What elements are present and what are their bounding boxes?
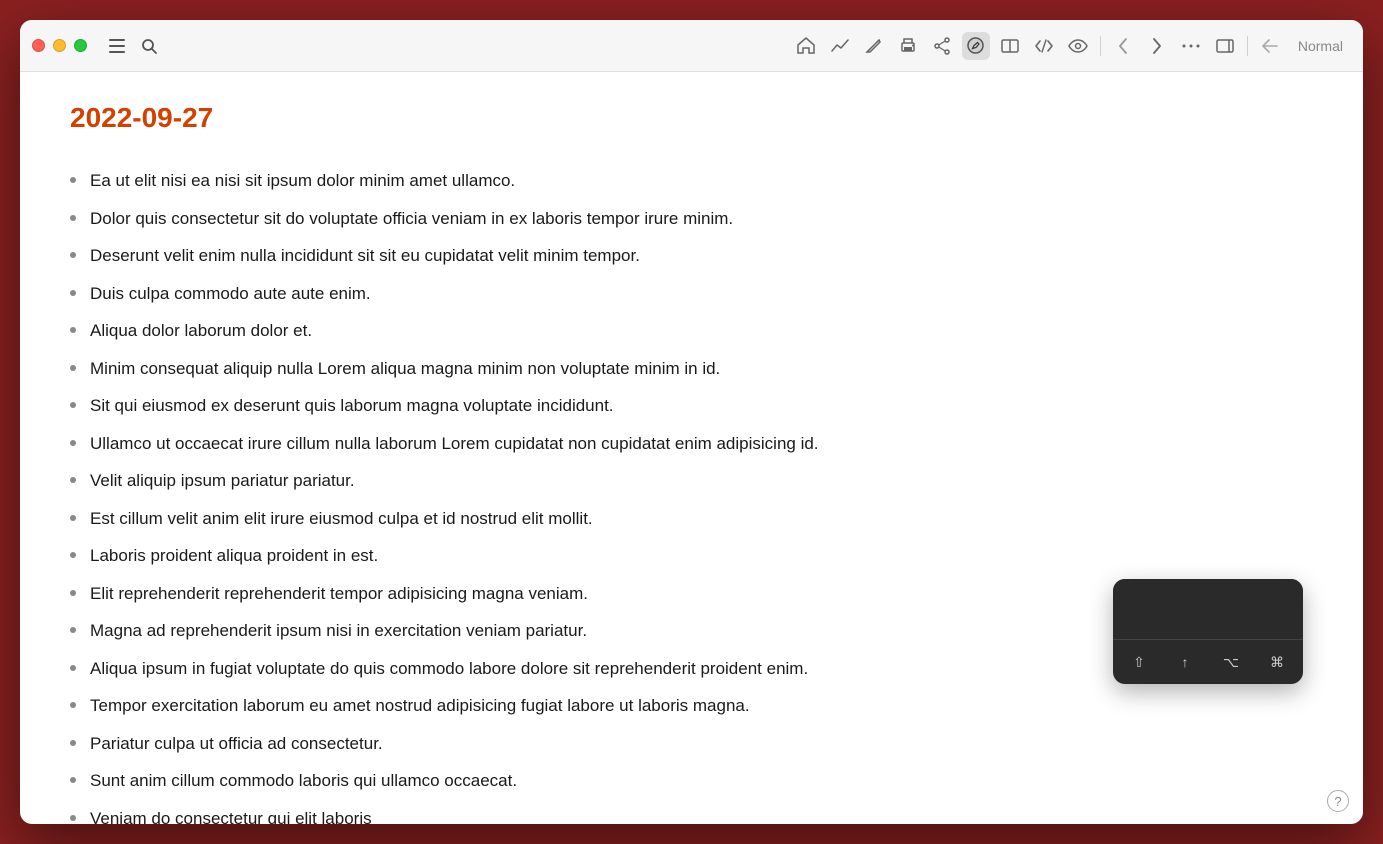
list-item: Sunt anim cillum commodo laboris qui ull…: [70, 762, 1313, 800]
bullet-dot-icon: [70, 590, 76, 596]
command-key-button[interactable]: ⌘: [1255, 644, 1299, 680]
editor-content[interactable]: 2022-09-27 Ea ut elit nisi ea nisi sit i…: [20, 72, 1363, 824]
shift-key-button[interactable]: ⇧: [1117, 644, 1161, 680]
print-icon[interactable]: [894, 32, 922, 60]
up-arrow-button[interactable]: ↑: [1163, 644, 1207, 680]
bullet-text: Sit qui eiusmod ex deserunt quis laborum…: [90, 393, 1313, 419]
toolbar-divider-2: [1247, 36, 1248, 56]
more-options-icon[interactable]: [1177, 32, 1205, 60]
share-icon[interactable]: [928, 32, 956, 60]
bullet-dot-icon: [70, 252, 76, 258]
bullet-dot-icon: [70, 815, 76, 821]
bullet-text: Dolor quis consectetur sit do voluptate …: [90, 206, 1313, 232]
bullet-text: Veniam do consectetur qui elit laboris: [90, 806, 1313, 825]
back-icon[interactable]: [1109, 32, 1137, 60]
bullet-dot-icon: [70, 777, 76, 783]
bullet-text: Est cillum velit anim elit irure eiusmod…: [90, 506, 1313, 532]
list-item: Deserunt velit enim nulla incididunt sit…: [70, 237, 1313, 275]
hamburger-menu-icon[interactable]: [103, 32, 131, 60]
home-icon[interactable]: [792, 32, 820, 60]
list-item: Ea ut elit nisi ea nisi sit ipsum dolor …: [70, 162, 1313, 200]
titlebar: Normal: [20, 20, 1363, 72]
bullet-dot-icon: [70, 402, 76, 408]
paragraph-style-label[interactable]: Normal: [1290, 38, 1351, 54]
close-button[interactable]: [32, 39, 45, 52]
search-icon[interactable]: [135, 32, 163, 60]
date-heading: 2022-09-27: [70, 102, 1313, 134]
list-item: Aliqua dolor laborum dolor et.: [70, 312, 1313, 350]
option-key-button[interactable]: ⌥: [1209, 644, 1253, 680]
analytics-icon[interactable]: [826, 32, 854, 60]
bullet-text: Ea ut elit nisi ea nisi sit ipsum dolor …: [90, 168, 1313, 194]
indent-back-icon[interactable]: [1256, 32, 1284, 60]
forward-icon[interactable]: [1143, 32, 1171, 60]
left-toolbar: [103, 32, 163, 60]
list-item: Minim consequat aliquip nulla Lorem aliq…: [70, 350, 1313, 388]
bullet-text: Sunt anim cillum commodo laboris qui ull…: [90, 768, 1313, 794]
floating-toolbar-preview: [1113, 579, 1303, 639]
bullet-dot-icon: [70, 477, 76, 483]
list-item: Velit aliquip ipsum pariatur pariatur.: [70, 462, 1313, 500]
list-item: Sit qui eiusmod ex deserunt quis laborum…: [70, 387, 1313, 425]
floating-toolbar: ⇧ ↑ ⌥ ⌘: [1113, 579, 1303, 684]
bullet-dot-icon: [70, 440, 76, 446]
list-item: Ullamco ut occaecat irure cillum nulla l…: [70, 425, 1313, 463]
list-item: Duis culpa commodo aute aute enim.: [70, 275, 1313, 313]
bullet-text: Deserunt velit enim nulla incididunt sit…: [90, 243, 1313, 269]
maximize-button[interactable]: [74, 39, 87, 52]
list-item: Tempor exercitation laborum eu amet nost…: [70, 687, 1313, 725]
minimize-button[interactable]: [53, 39, 66, 52]
bullet-text: Aliqua dolor laborum dolor et.: [90, 318, 1313, 344]
bullet-dot-icon: [70, 665, 76, 671]
bullet-dot-icon: [70, 290, 76, 296]
bullet-dot-icon: [70, 552, 76, 558]
bullet-dot-icon: [70, 627, 76, 633]
traffic-lights: [32, 39, 87, 52]
bullet-text: Pariatur culpa ut officia ad consectetur…: [90, 731, 1313, 757]
bullet-dot-icon: [70, 702, 76, 708]
split-view-icon[interactable]: [996, 32, 1024, 60]
pen-tool-icon[interactable]: [860, 32, 888, 60]
bullet-dot-icon: [70, 215, 76, 221]
bullet-dot-icon: [70, 177, 76, 183]
list-item: Pariatur culpa ut officia ad consectetur…: [70, 725, 1313, 763]
bullet-dot-icon: [70, 515, 76, 521]
right-toolbar: Normal: [792, 20, 1351, 71]
bullet-dot-icon: [70, 365, 76, 371]
bullet-text: Laboris proident aliqua proident in est.: [90, 543, 1313, 569]
bullet-text: Minim consequat aliquip nulla Lorem aliq…: [90, 356, 1313, 382]
help-button[interactable]: ?: [1327, 790, 1349, 812]
list-item: Laboris proident aliqua proident in est.: [70, 537, 1313, 575]
bullet-dot-icon: [70, 327, 76, 333]
main-window: Normal 2022-09-27 Ea ut elit nisi ea nis…: [20, 20, 1363, 824]
toolbar-divider-1: [1100, 36, 1101, 56]
bullet-text: Velit aliquip ipsum pariatur pariatur.: [90, 468, 1313, 494]
bullet-list: Ea ut elit nisi ea nisi sit ipsum dolor …: [70, 162, 1313, 824]
edit-pencil-icon[interactable]: [962, 32, 990, 60]
list-item: Veniam do consectetur qui elit laboris: [70, 800, 1313, 825]
bullet-dot-icon: [70, 740, 76, 746]
bullet-text: Tempor exercitation laborum eu amet nost…: [90, 693, 1313, 719]
code-icon[interactable]: [1030, 32, 1058, 60]
floating-toolbar-buttons: ⇧ ↑ ⌥ ⌘: [1113, 639, 1303, 684]
list-item: Est cillum velit anim elit irure eiusmod…: [70, 500, 1313, 538]
bullet-text: Ullamco ut occaecat irure cillum nulla l…: [90, 431, 1313, 457]
panel-toggle-icon[interactable]: [1211, 32, 1239, 60]
list-item: Dolor quis consectetur sit do voluptate …: [70, 200, 1313, 238]
eye-icon[interactable]: [1064, 32, 1092, 60]
bullet-text: Duis culpa commodo aute aute enim.: [90, 281, 1313, 307]
